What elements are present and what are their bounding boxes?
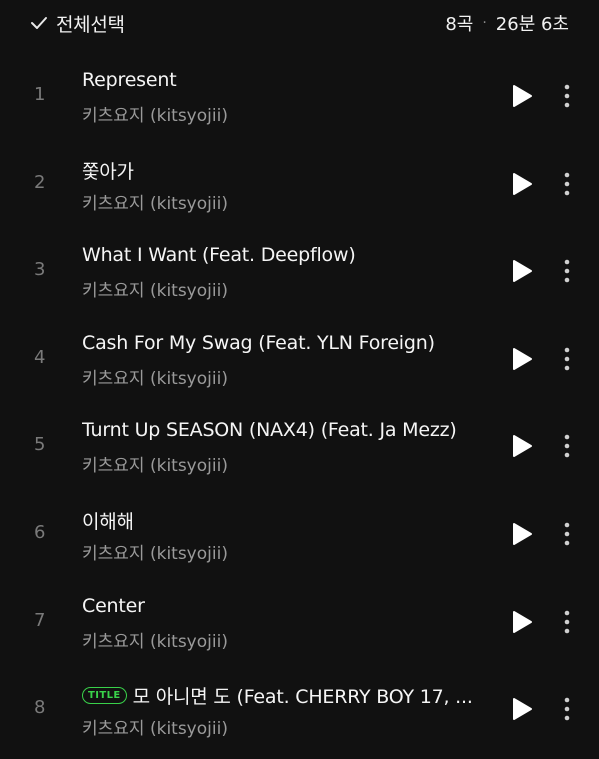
play-icon bbox=[513, 85, 532, 107]
track-artist[interactable]: 키츠요지 (kitsyojii) bbox=[82, 539, 228, 564]
track-title: Center bbox=[82, 595, 492, 617]
check-icon bbox=[30, 14, 48, 32]
track-title-text: 이해해 bbox=[82, 510, 134, 533]
track-title: Turnt Up SEASON (NAX4) (Feat. Ja Mezz) bbox=[82, 419, 492, 441]
track-artist[interactable]: 키츠요지 (kitsyojii) bbox=[82, 276, 228, 301]
more-options-button[interactable] bbox=[560, 695, 574, 723]
play-button[interactable] bbox=[510, 258, 534, 284]
more-options-button[interactable] bbox=[560, 82, 574, 110]
track-row[interactable]: 5 Turnt Up SEASON (NAX4) (Feat. Ja Mezz)… bbox=[0, 402, 599, 490]
track-artist[interactable]: 키츠요지 (kitsyojii) bbox=[82, 189, 228, 214]
track-title: TITLE 모 아니면 도 (Feat. CHERRY BOY 17, ... bbox=[82, 682, 492, 709]
track-number: 7 bbox=[34, 609, 46, 631]
track-artist[interactable]: 키츠요지 (kitsyojii) bbox=[82, 101, 228, 126]
more-vertical-icon bbox=[564, 435, 570, 458]
track-artist[interactable]: 키츠요지 (kitsyojii) bbox=[82, 627, 228, 652]
play-icon bbox=[513, 435, 532, 458]
track-row[interactable]: 2 쫓아가 키츠요지 (kitsyojii) bbox=[0, 140, 599, 228]
track-title: 이해해 bbox=[82, 507, 492, 534]
track-row[interactable]: 6 이해해 키츠요지 (kitsyojii) bbox=[0, 490, 599, 578]
play-icon bbox=[513, 172, 532, 195]
select-all-button[interactable]: 전체선택 bbox=[30, 10, 125, 36]
play-button[interactable] bbox=[510, 521, 534, 547]
track-title-text: 쫓아가 bbox=[82, 160, 134, 183]
track-number: 5 bbox=[34, 434, 46, 456]
play-button[interactable] bbox=[510, 346, 534, 372]
track-row[interactable]: 1 Represent 키츠요지 (kitsyojii) bbox=[0, 52, 599, 140]
track-list-header: 전체선택 8곡 · 26분 6초 bbox=[0, 0, 599, 48]
track-artist[interactable]: 키츠요지 (kitsyojii) bbox=[82, 364, 228, 389]
more-vertical-icon bbox=[564, 522, 570, 546]
more-vertical-icon bbox=[564, 172, 570, 195]
track-title-text: What I Want (Feat. Deepflow) bbox=[82, 244, 356, 267]
track-number: 3 bbox=[34, 259, 46, 281]
more-options-button[interactable] bbox=[560, 170, 574, 198]
summary-separator: · bbox=[482, 15, 487, 31]
track-row[interactable]: 3 What I Want (Feat. Deepflow) 키츠요지 (kit… bbox=[0, 227, 599, 315]
track-title-text: 모 아니면 도 (Feat. CHERRY BOY 17, ... bbox=[132, 686, 473, 709]
more-vertical-icon bbox=[564, 84, 570, 108]
track-title-text: Turnt Up SEASON (NAX4) (Feat. Ja Mezz) bbox=[82, 419, 457, 442]
more-vertical-icon bbox=[564, 610, 570, 633]
select-all-label: 전체선택 bbox=[56, 13, 125, 36]
track-title-text: Represent bbox=[82, 69, 177, 91]
title-track-badge: TITLE bbox=[82, 687, 127, 705]
track-title: 쫓아가 bbox=[82, 157, 492, 184]
track-number: 1 bbox=[34, 84, 46, 105]
play-icon bbox=[513, 698, 532, 721]
track-count: 8곡 bbox=[445, 14, 474, 35]
more-vertical-icon bbox=[564, 259, 570, 283]
track-title: What I Want (Feat. Deepflow) bbox=[82, 244, 492, 266]
track-title-text: Center bbox=[82, 594, 145, 617]
play-icon bbox=[513, 347, 532, 370]
track-row[interactable]: 4 Cash For My Swag (Feat. YLN Foreign) 키… bbox=[0, 315, 599, 403]
more-options-button[interactable] bbox=[560, 432, 574, 460]
track-number: 8 bbox=[34, 697, 46, 719]
track-title-text: Cash For My Swag (Feat. YLN Foreign) bbox=[82, 331, 435, 354]
track-title: Cash For My Swag (Feat. YLN Foreign) bbox=[82, 332, 492, 354]
play-button[interactable] bbox=[510, 433, 534, 459]
play-icon bbox=[513, 522, 532, 545]
track-artist[interactable]: 키츠요지 (kitsyojii) bbox=[82, 451, 228, 476]
track-number: 6 bbox=[34, 521, 46, 543]
track-title: Represent bbox=[82, 69, 492, 91]
track-list: 1 Represent 키츠요지 (kitsyojii) 2 쫓아가 키츠요지 … bbox=[0, 52, 599, 753]
play-icon bbox=[513, 610, 532, 633]
track-row[interactable]: 8 TITLE 모 아니면 도 (Feat. CHERRY BOY 17, ...… bbox=[0, 665, 599, 753]
play-button[interactable] bbox=[510, 83, 534, 109]
total-duration: 26분 6초 bbox=[495, 14, 569, 35]
more-options-button[interactable] bbox=[560, 257, 574, 285]
more-options-button[interactable] bbox=[560, 608, 574, 636]
more-vertical-icon bbox=[564, 347, 570, 371]
track-artist[interactable]: 키츠요지 (kitsyojii) bbox=[82, 714, 228, 739]
track-summary: 8곡 · 26분 6초 bbox=[445, 10, 569, 36]
play-button[interactable] bbox=[510, 171, 534, 197]
track-row[interactable]: 7 Center 키츠요지 (kitsyojii) bbox=[0, 578, 599, 666]
track-number: 2 bbox=[34, 171, 46, 193]
track-number: 4 bbox=[34, 346, 46, 368]
play-button[interactable] bbox=[510, 696, 534, 722]
more-vertical-icon bbox=[564, 697, 570, 721]
more-options-button[interactable] bbox=[560, 520, 574, 548]
play-button[interactable] bbox=[510, 609, 534, 635]
play-icon bbox=[513, 260, 532, 283]
more-options-button[interactable] bbox=[560, 345, 574, 373]
